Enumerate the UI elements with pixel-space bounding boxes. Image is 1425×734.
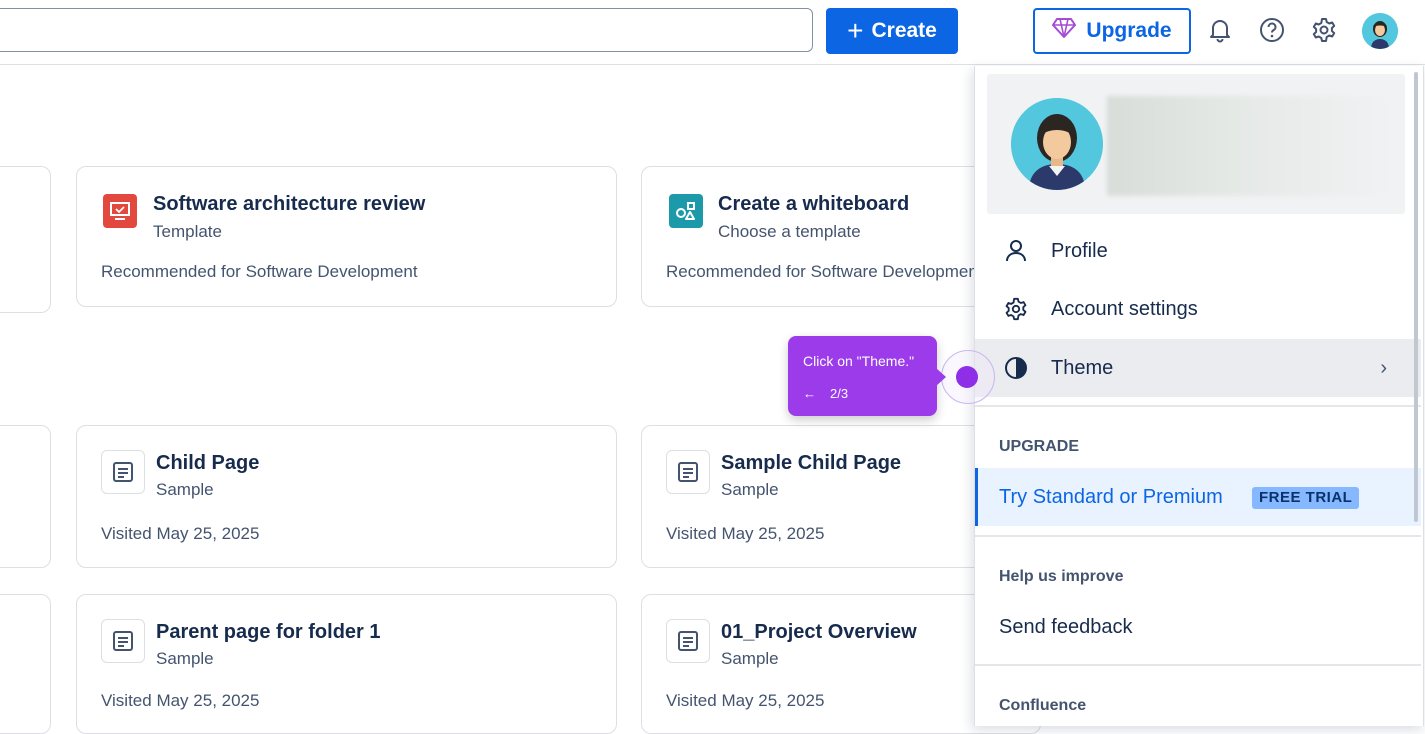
card-meta: Visited May 25, 2025 [666, 524, 825, 543]
upgrade-button[interactable]: Upgrade [1033, 8, 1191, 54]
card-subtitle: Template [153, 222, 222, 241]
send-feedback-item[interactable]: Send feedback [999, 616, 1132, 639]
card-meta: Recommended for Software Development [101, 262, 418, 281]
help-section-title: Help us improve [999, 568, 1124, 585]
search-input[interactable] [0, 9, 812, 51]
page-card[interactable]: Parent page for folder 1 Sample Visited … [76, 594, 617, 734]
page-card[interactable]: Child Page Sample Visited May 25, 2025 [76, 425, 617, 568]
create-button[interactable]: + Create [826, 8, 958, 54]
user-name-redacted [1107, 96, 1397, 196]
menu-item-theme[interactable]: Theme › [975, 339, 1421, 397]
template-card[interactable]: Software architecture review Template Re… [76, 166, 617, 307]
card-subtitle: Choose a template [718, 222, 861, 241]
card-title: Create a whiteboard [718, 193, 910, 215]
page-icon [101, 619, 145, 663]
card-offscreen-3[interactable] [0, 594, 51, 734]
top-navigation-bar: + Create Upgrade [0, 0, 1425, 65]
page-icon [666, 619, 710, 663]
menu-item-account-settings[interactable]: Account settings [975, 280, 1421, 338]
menu-scrollbar[interactable] [1414, 72, 1418, 522]
plus-icon: + [847, 15, 864, 46]
chevron-right-icon: › [1380, 356, 1387, 379]
card-subtitle: Sample [156, 480, 214, 499]
upgrade-label: Upgrade [1086, 19, 1172, 42]
card-title: Sample Child Page [721, 452, 902, 474]
card-meta: Visited May 25, 2025 [101, 524, 260, 543]
guide-tooltip: Click on "Theme." ← 2/3 [788, 336, 946, 416]
page-icon [101, 450, 145, 494]
tooltip-text: Click on "Theme." [803, 353, 915, 369]
card-subtitle: Sample [721, 480, 779, 499]
user-avatar [1011, 98, 1103, 190]
menu-divider [975, 535, 1421, 537]
profile-header [987, 74, 1405, 214]
presentation-icon [103, 194, 137, 228]
confluence-section-title: Confluence [999, 697, 1087, 714]
trial-label: Try Standard or Premium [999, 486, 1223, 508]
gear-icon [1003, 296, 1029, 322]
card-offscreen-1[interactable] [0, 166, 51, 313]
create-label: Create [871, 19, 937, 42]
card-subtitle: Sample [156, 649, 214, 668]
free-trial-badge: FREE TRIAL [1252, 487, 1360, 509]
try-standard-premium-item[interactable]: Try Standard or Premium FREE TRIAL [975, 468, 1421, 526]
gem-icon [1052, 17, 1077, 45]
upgrade-section-title: UPGRADE [999, 438, 1080, 455]
guide-hotspot[interactable] [956, 366, 978, 388]
help-icon[interactable] [1257, 15, 1287, 45]
menu-item-label: Profile [1051, 239, 1108, 262]
tooltip-pointer [936, 368, 946, 386]
menu-divider [975, 664, 1421, 666]
card-title: Software architecture review [153, 193, 426, 215]
back-arrow-icon[interactable]: ← [803, 386, 816, 401]
menu-divider [975, 405, 1421, 407]
card-subtitle: Sample [721, 649, 779, 668]
card-title: Parent page for folder 1 [156, 621, 381, 643]
card-meta: Visited May 25, 2025 [101, 691, 260, 710]
card-meta: Recommended for Software Development [666, 262, 983, 281]
profile-dropdown-menu: Profile Account settings Theme › UPGRADE… [974, 66, 1424, 726]
person-icon [1003, 238, 1029, 264]
search-field[interactable] [0, 8, 813, 52]
menu-item-profile[interactable]: Profile [975, 222, 1421, 280]
step-counter: 2/3 [830, 386, 849, 401]
card-title: 01_Project Overview [721, 621, 917, 643]
tooltip-nav: ← 2/3 [803, 386, 848, 401]
menu-item-label: Account settings [1051, 297, 1198, 320]
card-title: Child Page [156, 452, 260, 474]
menu-item-label: Theme [1051, 356, 1114, 379]
card-offscreen-2[interactable] [0, 425, 51, 568]
notifications-bell-icon[interactable] [1205, 15, 1235, 45]
card-meta: Visited May 25, 2025 [666, 691, 825, 710]
page-icon [666, 450, 710, 494]
user-avatar-button[interactable] [1362, 13, 1398, 49]
whiteboard-icon [669, 194, 703, 228]
half-circle-icon [1003, 355, 1029, 381]
settings-gear-icon[interactable] [1309, 15, 1339, 45]
